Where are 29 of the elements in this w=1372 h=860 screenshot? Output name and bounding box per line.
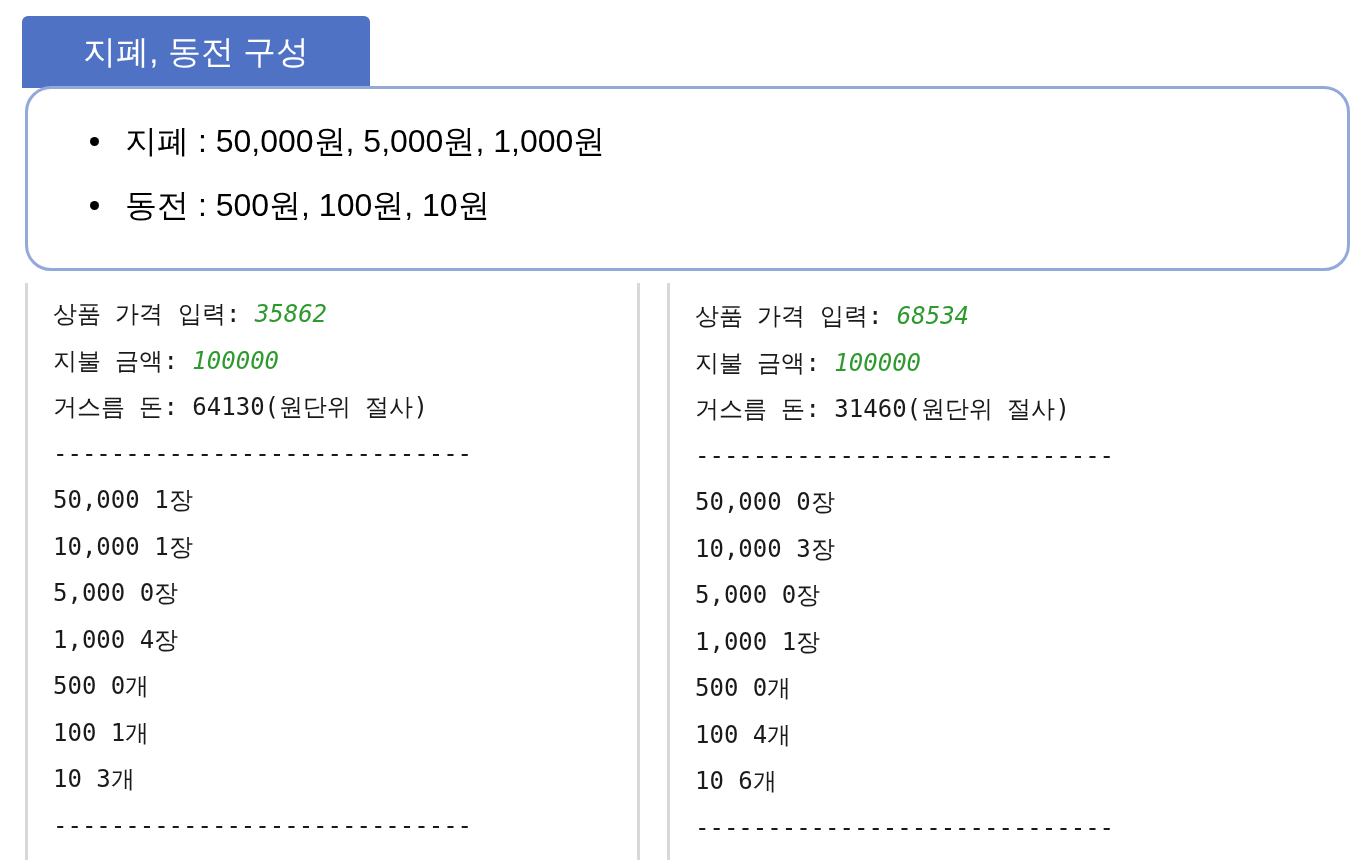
console-line: 거스름 돈: 31460(원단위 절사) bbox=[695, 394, 1071, 425]
console-line: ----------------------------- bbox=[53, 438, 474, 470]
console-line: 1,000 1장 bbox=[695, 626, 822, 658]
console-line: 1,000 4장 bbox=[53, 624, 180, 656]
console-line: 500 0개 bbox=[53, 671, 151, 702]
bullet-icon bbox=[90, 200, 99, 210]
console-line: 상품 가격 입력: 68534 bbox=[695, 301, 971, 332]
console-line: 10 3개 bbox=[53, 764, 136, 795]
bullet-text: 동전 : 500원, 100원, 10원 bbox=[125, 186, 490, 225]
console-line: ----------------------------- bbox=[695, 812, 1116, 844]
console-line: 거스름 돈: 64130(원단위 절사) bbox=[53, 392, 429, 423]
bullet-icon bbox=[90, 136, 99, 146]
console-line: ----------------------------- bbox=[53, 810, 474, 842]
section-title: 지폐, 동전 구성 bbox=[22, 16, 370, 88]
console-line: 5,000 0장 bbox=[53, 578, 180, 609]
bullet-text: 지폐 : 50,000원, 5,000원, 1,000원 bbox=[125, 122, 606, 161]
console-line: 지불 금액: 100000 bbox=[695, 347, 923, 379]
console-line: 50,000 1장 bbox=[53, 485, 194, 516]
console-line: 5,000 0장 bbox=[695, 580, 822, 611]
console-line: 500 0개 bbox=[695, 673, 793, 704]
console-line: 지불 금액: 100000 bbox=[53, 345, 281, 377]
console-line: ----------------------------- bbox=[695, 440, 1116, 472]
console-line: 10 6개 bbox=[695, 766, 778, 797]
console-line: 50,000 0장 bbox=[695, 487, 836, 518]
console-line: 상품 가격 입력: 35862 bbox=[53, 299, 329, 330]
console-line: 10,000 1장 bbox=[53, 531, 194, 563]
console-line: 10,000 3장 bbox=[695, 533, 836, 565]
console-line: 100 1개 bbox=[53, 717, 151, 749]
console-line: 100 4개 bbox=[695, 719, 793, 751]
